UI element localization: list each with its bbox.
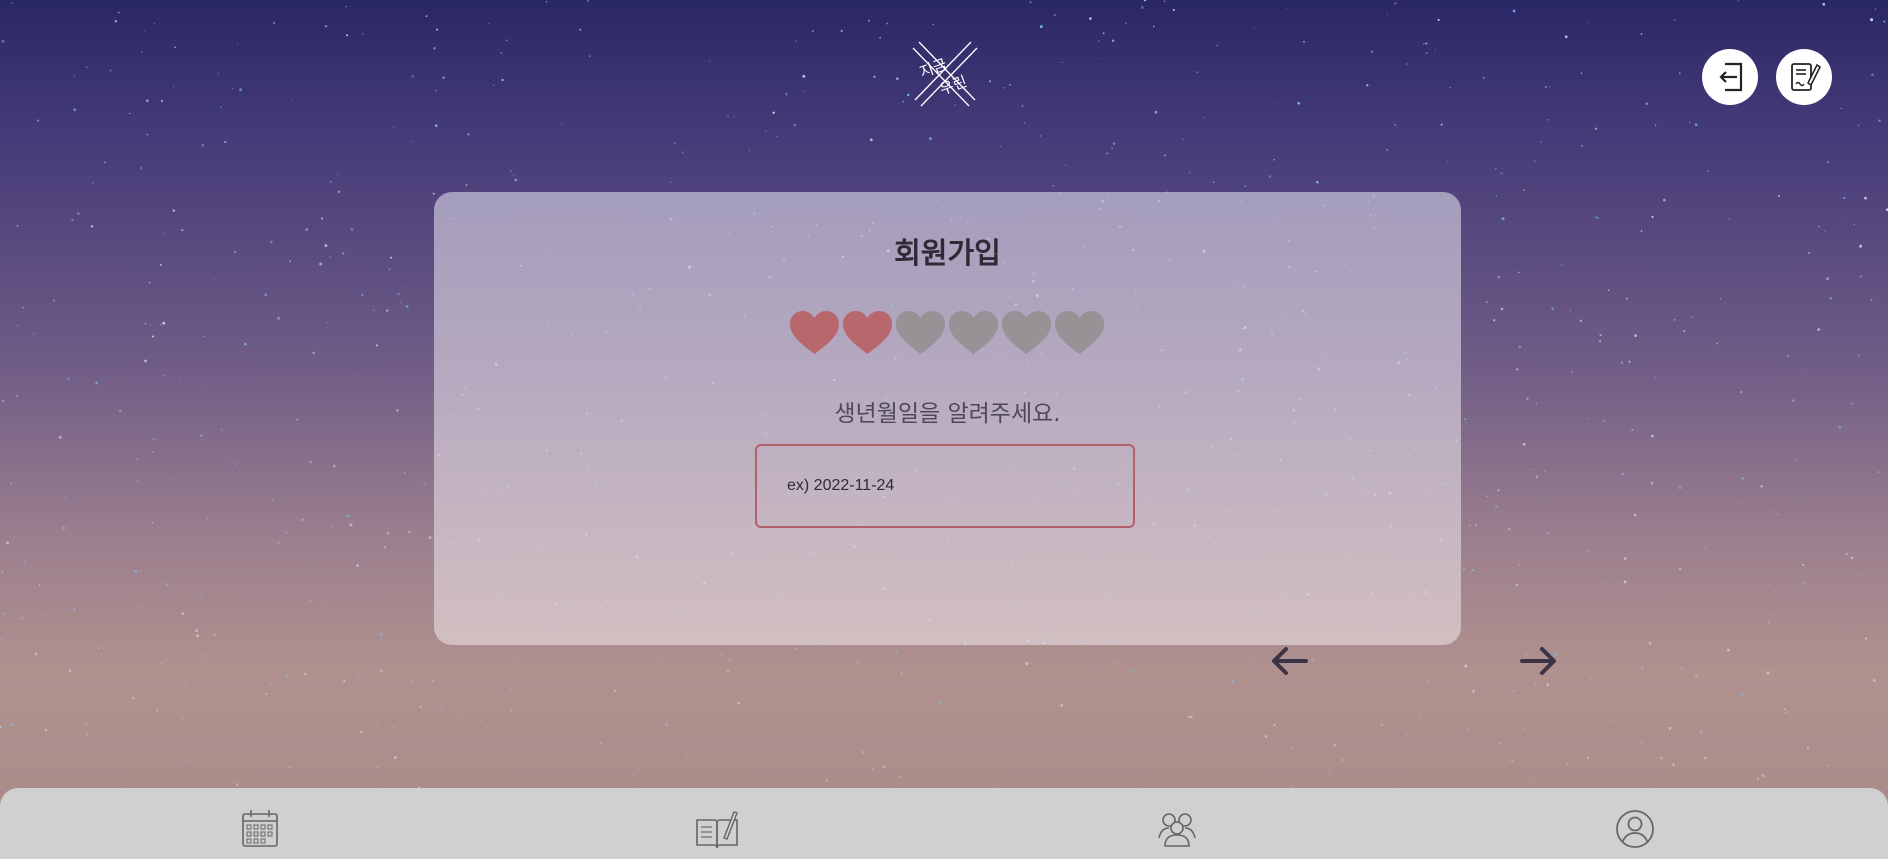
back-button[interactable] bbox=[1268, 644, 1310, 678]
nav-people[interactable] bbox=[1154, 806, 1200, 852]
app-logo: 지금 우린 bbox=[905, 38, 985, 113]
heart-filled-icon bbox=[790, 311, 839, 354]
signup-card: 회원가입 생년월일을 알려주세요. bbox=[434, 192, 1461, 645]
birthdate-prompt: 생년월일을 알려주세요. bbox=[834, 401, 1061, 427]
nav-diary[interactable] bbox=[694, 806, 740, 852]
heart-empty-icon bbox=[896, 311, 945, 354]
people-icon bbox=[1158, 813, 1196, 847]
nav-profile[interactable] bbox=[1612, 806, 1658, 852]
logo-text-2: 우린 bbox=[937, 72, 969, 98]
heart-empty-icon bbox=[949, 311, 998, 354]
heart-filled-icon bbox=[843, 311, 892, 354]
logo-text-1: 지금 bbox=[917, 55, 949, 81]
door-arrow-in-icon bbox=[1719, 62, 1743, 92]
arrow-right-icon bbox=[1520, 647, 1556, 675]
birthdate-input[interactable] bbox=[755, 444, 1135, 528]
heart-empty-icon bbox=[1055, 311, 1104, 354]
heart-empty-icon bbox=[1002, 311, 1051, 354]
calendar-icon bbox=[242, 810, 278, 847]
nav-calendar[interactable] bbox=[237, 806, 283, 852]
profile-icon bbox=[1616, 810, 1654, 848]
bottom-navigation bbox=[0, 788, 1888, 859]
next-button[interactable] bbox=[1518, 644, 1560, 678]
signup-button[interactable] bbox=[1776, 49, 1832, 105]
diary-icon bbox=[696, 811, 738, 849]
arrow-left-icon bbox=[1272, 647, 1308, 675]
progress-hearts bbox=[788, 310, 1106, 356]
page-title: 회원가입 bbox=[894, 236, 1001, 270]
login-button[interactable] bbox=[1702, 49, 1758, 105]
pencil-note-icon bbox=[1791, 63, 1822, 91]
